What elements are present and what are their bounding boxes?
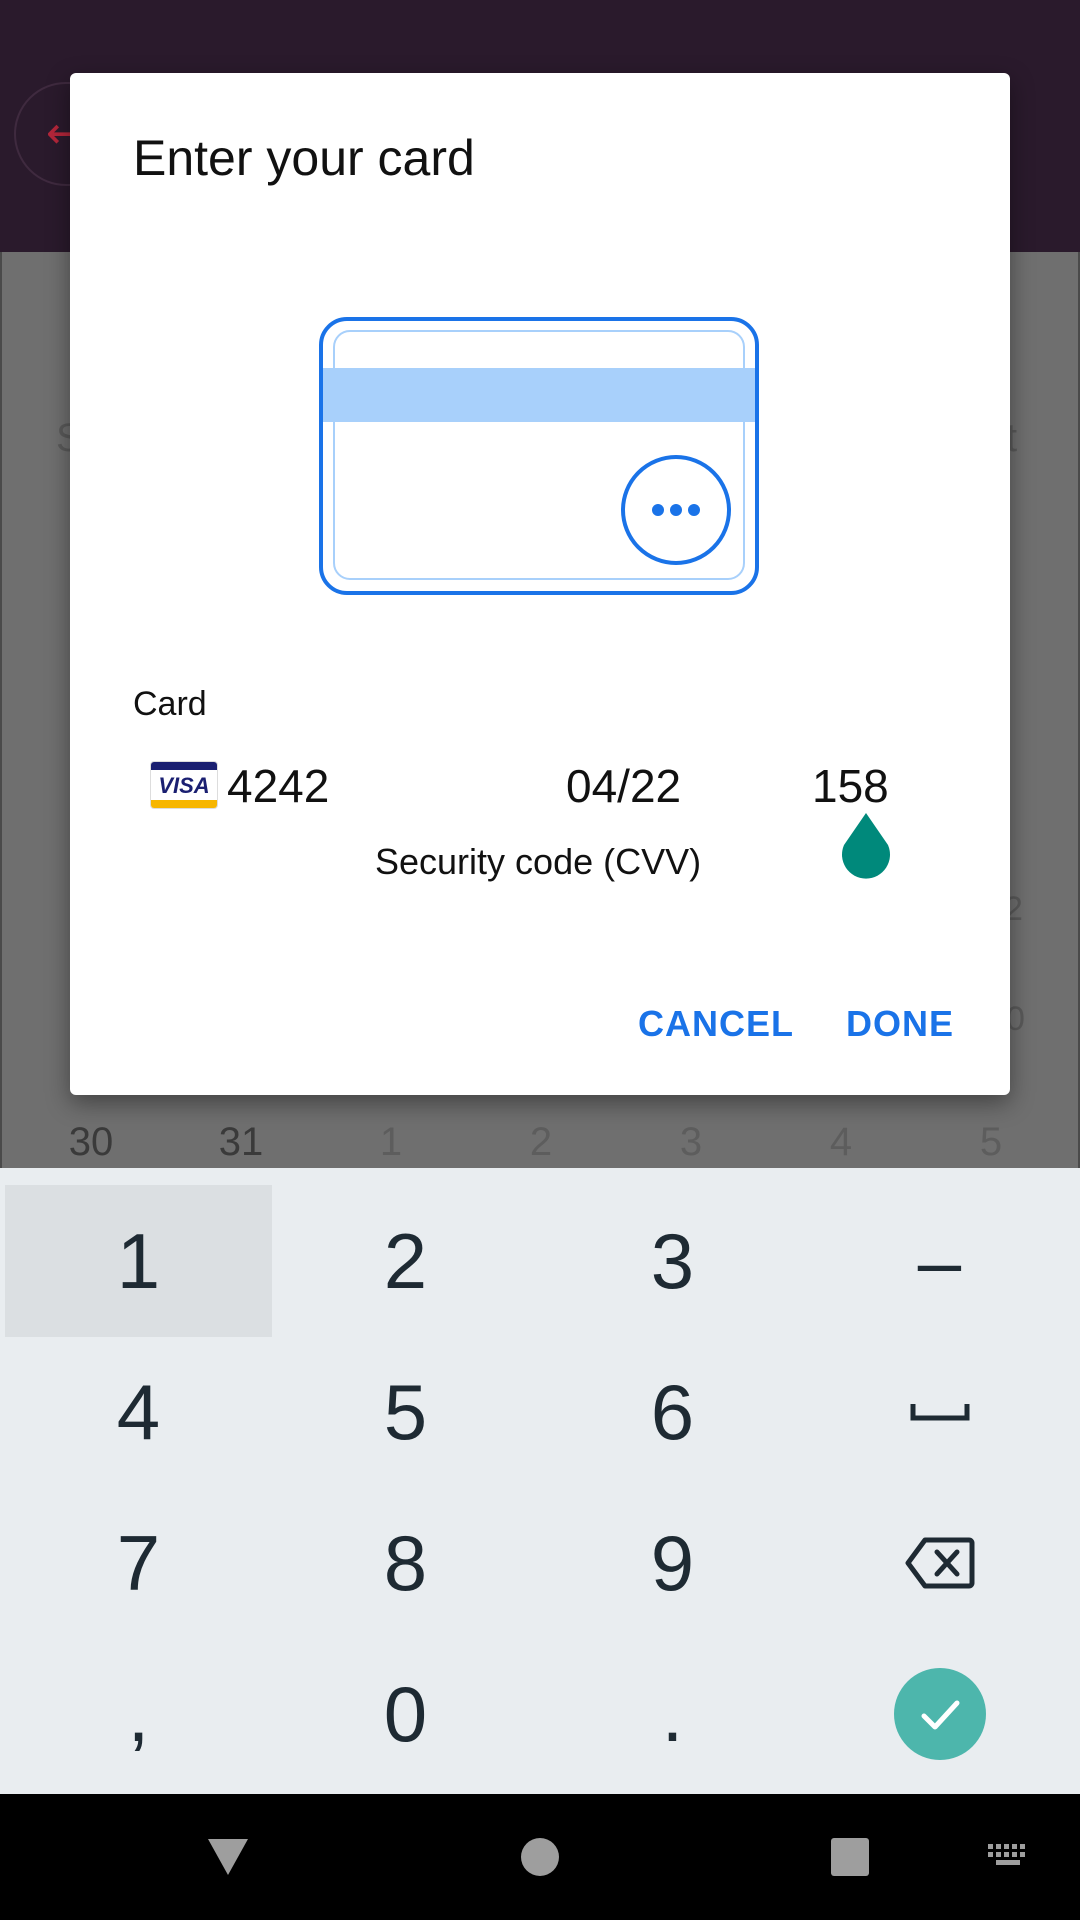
home-icon	[521, 1838, 559, 1876]
key-1[interactable]: 1	[5, 1185, 272, 1337]
done-button[interactable]: DONE	[846, 1003, 954, 1045]
card-back-cvv-icon	[319, 317, 759, 595]
key-5[interactable]: 5	[272, 1336, 539, 1488]
back-icon	[208, 1839, 248, 1875]
space-icon	[910, 1404, 969, 1421]
cvv-hint: Security code (CVV)	[375, 841, 702, 882]
key-3[interactable]: 3	[539, 1185, 806, 1337]
calendar-day[interactable]: 4	[791, 1120, 891, 1165]
checkmark-icon	[921, 1700, 959, 1730]
key-space[interactable]	[806, 1336, 1073, 1488]
nav-recents-button[interactable]	[800, 1794, 900, 1920]
key-9[interactable]: 9	[539, 1487, 806, 1639]
dialog-title: Enter your card	[133, 130, 475, 186]
text-cursor-handle-icon[interactable]	[838, 813, 894, 883]
visa-card-icon: VISA	[150, 761, 218, 809]
key-2[interactable]: 2	[272, 1185, 539, 1337]
calendar-day[interactable]: 3	[641, 1120, 741, 1165]
calendar-day[interactable]: 31	[191, 1120, 291, 1165]
key-4[interactable]: 4	[5, 1336, 272, 1488]
key-backspace[interactable]	[806, 1487, 1073, 1639]
key-6[interactable]: 6	[539, 1336, 806, 1488]
calendar-row: 30 31 1 2 3 4 5	[0, 1120, 1080, 1168]
recents-icon	[831, 1838, 869, 1876]
card-expiry-field[interactable]: 04/22	[566, 759, 681, 813]
key-0[interactable]: 0	[272, 1638, 539, 1790]
calendar-day[interactable]: 30	[41, 1120, 141, 1165]
key-8[interactable]: 8	[272, 1487, 539, 1639]
keyboard-icon	[988, 1844, 1025, 1865]
key-dash[interactable]: –	[806, 1185, 1073, 1337]
backspace-icon	[905, 1537, 974, 1589]
nav-keyboard-switch-button[interactable]	[968, 1794, 1048, 1920]
key-period[interactable]: .	[539, 1638, 806, 1790]
key-comma[interactable]: ,	[5, 1638, 272, 1790]
nav-back-button[interactable]	[178, 1794, 278, 1920]
nav-home-button[interactable]	[490, 1794, 590, 1920]
cancel-button[interactable]: CANCEL	[638, 1003, 794, 1045]
calendar-day[interactable]: 2	[491, 1120, 591, 1165]
calendar-day[interactable]: 1	[341, 1120, 441, 1165]
system-navigation-bar	[0, 1794, 1080, 1920]
numeric-keyboard: 1 2 3 – 4 5 6 7 8 9 , 0 .	[0, 1168, 1080, 1794]
card-label: Card	[133, 685, 207, 723]
key-enter[interactable]	[806, 1638, 1073, 1790]
enter-button[interactable]	[893, 1668, 986, 1760]
key-7[interactable]: 7	[5, 1487, 272, 1639]
calendar-day[interactable]: 5	[941, 1120, 1041, 1165]
card-cvv-field[interactable]: 158	[812, 759, 889, 813]
card-number-field[interactable]: 4242	[227, 759, 329, 813]
card-entry-dialog: Enter your card Card VISA 4242 04/22 158…	[70, 73, 1010, 1095]
